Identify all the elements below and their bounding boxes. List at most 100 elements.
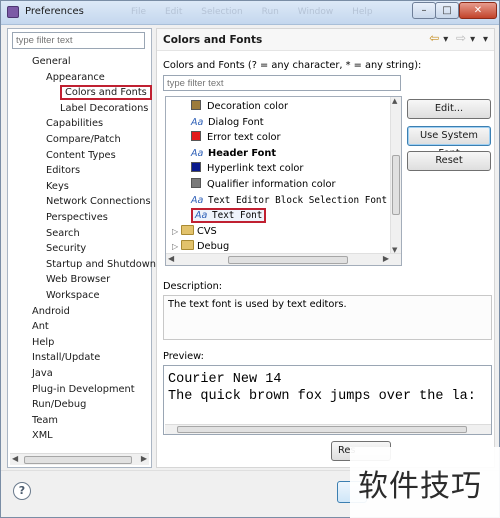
- tree-item[interactable]: Editors: [46, 163, 80, 178]
- app-icon: [7, 6, 19, 18]
- colors-filter-input[interactable]: [163, 75, 401, 91]
- use-system-font-button[interactable]: Use System Font: [407, 126, 491, 159]
- color-font-item[interactable]: Error text color: [191, 130, 281, 145]
- edit-button[interactable]: Edit...: [407, 99, 491, 119]
- colors-fonts-tree: Decoration color Aa Dialog Font Error text …: [165, 96, 402, 266]
- folder-icon: [181, 240, 194, 251]
- tree-item[interactable]: Team: [32, 413, 58, 428]
- maximize-button[interactable]: □: [435, 2, 459, 19]
- tree-item[interactable]: Capabilities: [46, 116, 103, 131]
- tree-item[interactable]: Run/Debug: [32, 397, 86, 412]
- font-icon: Aa: [195, 210, 208, 222]
- color-font-item[interactable]: Aa Text Editor Block Selection Font: [191, 193, 387, 208]
- color-swatch-icon: [191, 162, 201, 173]
- font-preview: Courier New 14 The quick brown fox jumps…: [163, 365, 492, 435]
- tree-item[interactable]: Label Decorations: [60, 101, 148, 116]
- tree-item[interactable]: Plug-in Development: [32, 382, 135, 397]
- view-menu-chevron-icon[interactable]: ▾: [483, 34, 488, 45]
- color-swatch-icon: [191, 100, 201, 110]
- tree-item[interactable]: Colors and Fonts: [60, 85, 152, 101]
- item-label: Error text color: [207, 132, 281, 144]
- help-icon[interactable]: ?: [13, 482, 31, 500]
- preference-tree: General Appearance Colors and Fonts Label D…: [8, 52, 156, 452]
- tree-vertical-scrollbar[interactable]: ▲ ▼: [390, 97, 401, 254]
- tree-horizontal-scrollbar[interactable]: ◀ ▶: [10, 453, 149, 465]
- tree-item[interactable]: Android: [32, 304, 70, 319]
- page-title: Colors and Fonts: [163, 34, 263, 46]
- color-swatch-icon: [191, 131, 201, 142]
- font-icon: Aa: [191, 194, 204, 206]
- tree-item[interactable]: Content Types: [46, 148, 116, 163]
- forward-arrow-icon[interactable]: ⇨: [456, 31, 466, 45]
- tree-item[interactable]: Java: [32, 366, 53, 381]
- item-label: Hyperlink text color: [207, 163, 304, 175]
- tree-item[interactable]: Install/Update: [32, 350, 100, 365]
- preference-page: Colors and Fonts ⇦ ▾ ⇨ ▾ ▾ Colors and Font…: [156, 28, 495, 468]
- tree-item[interactable]: Appearance: [46, 70, 105, 85]
- color-font-item[interactable]: Aa Header Font: [191, 146, 276, 161]
- preview-label: Preview:: [163, 351, 204, 362]
- scroll-right-arrow-icon[interactable]: ▶: [383, 254, 389, 263]
- tree-item[interactable]: Search: [46, 226, 80, 241]
- tree-item[interactable]: XML: [32, 428, 53, 443]
- tree-item[interactable]: Startup and Shutdown: [46, 257, 156, 272]
- item-label: CVS: [197, 225, 217, 237]
- item-label: Dialog Font: [208, 116, 264, 128]
- forward-menu-chevron-icon[interactable]: ▾: [470, 34, 475, 45]
- scrollbar-thumb[interactable]: [24, 456, 132, 464]
- window-title: Preferences: [25, 6, 84, 17]
- ghost-menu-item: File: [131, 7, 147, 17]
- ghost-menu-item: Window: [297, 7, 334, 17]
- scrollbar-thumb[interactable]: [228, 256, 348, 264]
- description-box: The text font is used by text editors.: [163, 295, 492, 340]
- preferences-window: Preferences File Edit Selection Run Wind…: [0, 0, 500, 518]
- description-label: Description:: [163, 281, 223, 292]
- back-menu-chevron-icon[interactable]: ▾: [443, 34, 448, 45]
- color-font-item[interactable]: Hyperlink text color: [191, 161, 303, 176]
- watermark: 软件技巧: [350, 447, 500, 518]
- preference-tree-pane: GeneralAppearanceColors and FontsLabel D…: [7, 28, 156, 468]
- page-header: Colors and Fonts ⇦ ▾ ⇨ ▾ ▾: [157, 29, 494, 51]
- tree-item[interactable]: Keys: [46, 179, 69, 194]
- item-label: Decoration color: [207, 101, 288, 112]
- tree-item[interactable]: Network Connections: [46, 194, 151, 209]
- colors-fonts-label: Colors and Fonts (? = any character, * =…: [163, 60, 422, 71]
- color-font-item[interactable]: ▷ CVS: [172, 224, 217, 239]
- scrollbar-thumb[interactable]: [177, 426, 467, 433]
- item-label: Qualifier information color: [207, 179, 336, 190]
- folder-icon: [181, 224, 194, 235]
- background-menu: File Edit Selection Run Window Help: [131, 7, 389, 17]
- tree-item[interactable]: General: [32, 54, 71, 69]
- item-label: Header Font: [208, 147, 277, 159]
- back-arrow-icon[interactable]: ⇦: [429, 31, 439, 45]
- tree-item[interactable]: Ant: [32, 319, 49, 334]
- close-button[interactable]: ✕: [459, 2, 497, 19]
- tree-item[interactable]: Security: [46, 241, 86, 256]
- color-font-item[interactable]: Aa Dialog Font: [191, 115, 264, 130]
- reset-button[interactable]: Reset: [407, 151, 491, 171]
- tree-item[interactable]: Help: [32, 335, 54, 350]
- minimize-button[interactable]: –: [412, 2, 436, 19]
- title-bar[interactable]: Preferences File Edit Selection Run Wind…: [1, 1, 499, 25]
- ghost-menu-item: Selection: [201, 7, 243, 17]
- scrollbar-thumb[interactable]: [392, 155, 400, 215]
- tree-item[interactable]: Web Browser: [46, 272, 110, 287]
- font-icon: Aa: [191, 116, 204, 128]
- tree-horizontal-scrollbar[interactable]: ◀ ▶: [166, 253, 401, 265]
- expand-arrow-icon[interactable]: ▷: [172, 224, 181, 239]
- scroll-right-arrow-icon[interactable]: ▶: [141, 454, 147, 463]
- scroll-up-arrow-icon[interactable]: ▲: [392, 97, 397, 105]
- tree-item[interactable]: Compare/Patch: [46, 132, 121, 147]
- tree-item[interactable]: Workspace: [46, 288, 100, 303]
- tree-filter-input[interactable]: [12, 32, 145, 49]
- color-font-item[interactable]: Qualifier information color: [191, 177, 336, 192]
- preview-horizontal-scrollbar[interactable]: [165, 424, 491, 434]
- history-nav: ⇦ ▾ ⇨ ▾ ▾: [425, 31, 488, 45]
- color-font-item[interactable]: Aa Text Font: [191, 208, 267, 224]
- scroll-left-arrow-icon[interactable]: ◀: [12, 454, 18, 463]
- item-label: Text Font: [212, 210, 263, 222]
- tree-item[interactable]: Perspectives: [46, 210, 108, 225]
- scroll-left-arrow-icon[interactable]: ◀: [168, 254, 174, 263]
- color-font-item[interactable]: Decoration color: [191, 99, 288, 114]
- item-label: Debug: [197, 241, 230, 253]
